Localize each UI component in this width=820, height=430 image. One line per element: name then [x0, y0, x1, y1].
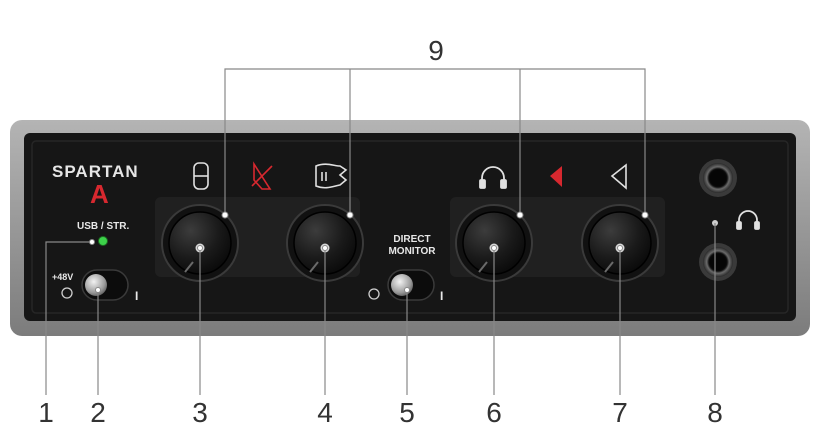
callout-6: 6 [486, 397, 502, 428]
headphone-jack[interactable] [699, 243, 737, 281]
direct-monitor-label-line2: MONITOR [388, 246, 436, 257]
phantom-power-label: +48V [52, 272, 73, 282]
callout-1: 1 [38, 397, 54, 428]
output-jack-top[interactable] [699, 159, 737, 197]
callout-3: 3 [192, 397, 208, 428]
direct-monitor-on-mark: I [440, 289, 443, 303]
audio-interface-diagram: SPARTAN A USB / STR. +48V I DIRECT MONIT… [10, 35, 810, 428]
callout-8: 8 [707, 397, 723, 428]
usb-status-led [98, 236, 108, 246]
callout-5: 5 [399, 397, 415, 428]
direct-monitor-label-line1: DIRECT [393, 234, 430, 245]
callout-2: 2 [90, 397, 106, 428]
model-logo: A [90, 179, 109, 209]
direct-monitor-switch[interactable] [391, 274, 413, 296]
phantom-on-mark: I [135, 289, 138, 303]
phantom-power-switch[interactable] [85, 274, 107, 296]
callout-7: 7 [612, 397, 628, 428]
usb-status-label: USB / STR. [77, 221, 129, 232]
callout-9: 9 [428, 35, 444, 66]
callout-4: 4 [317, 397, 333, 428]
